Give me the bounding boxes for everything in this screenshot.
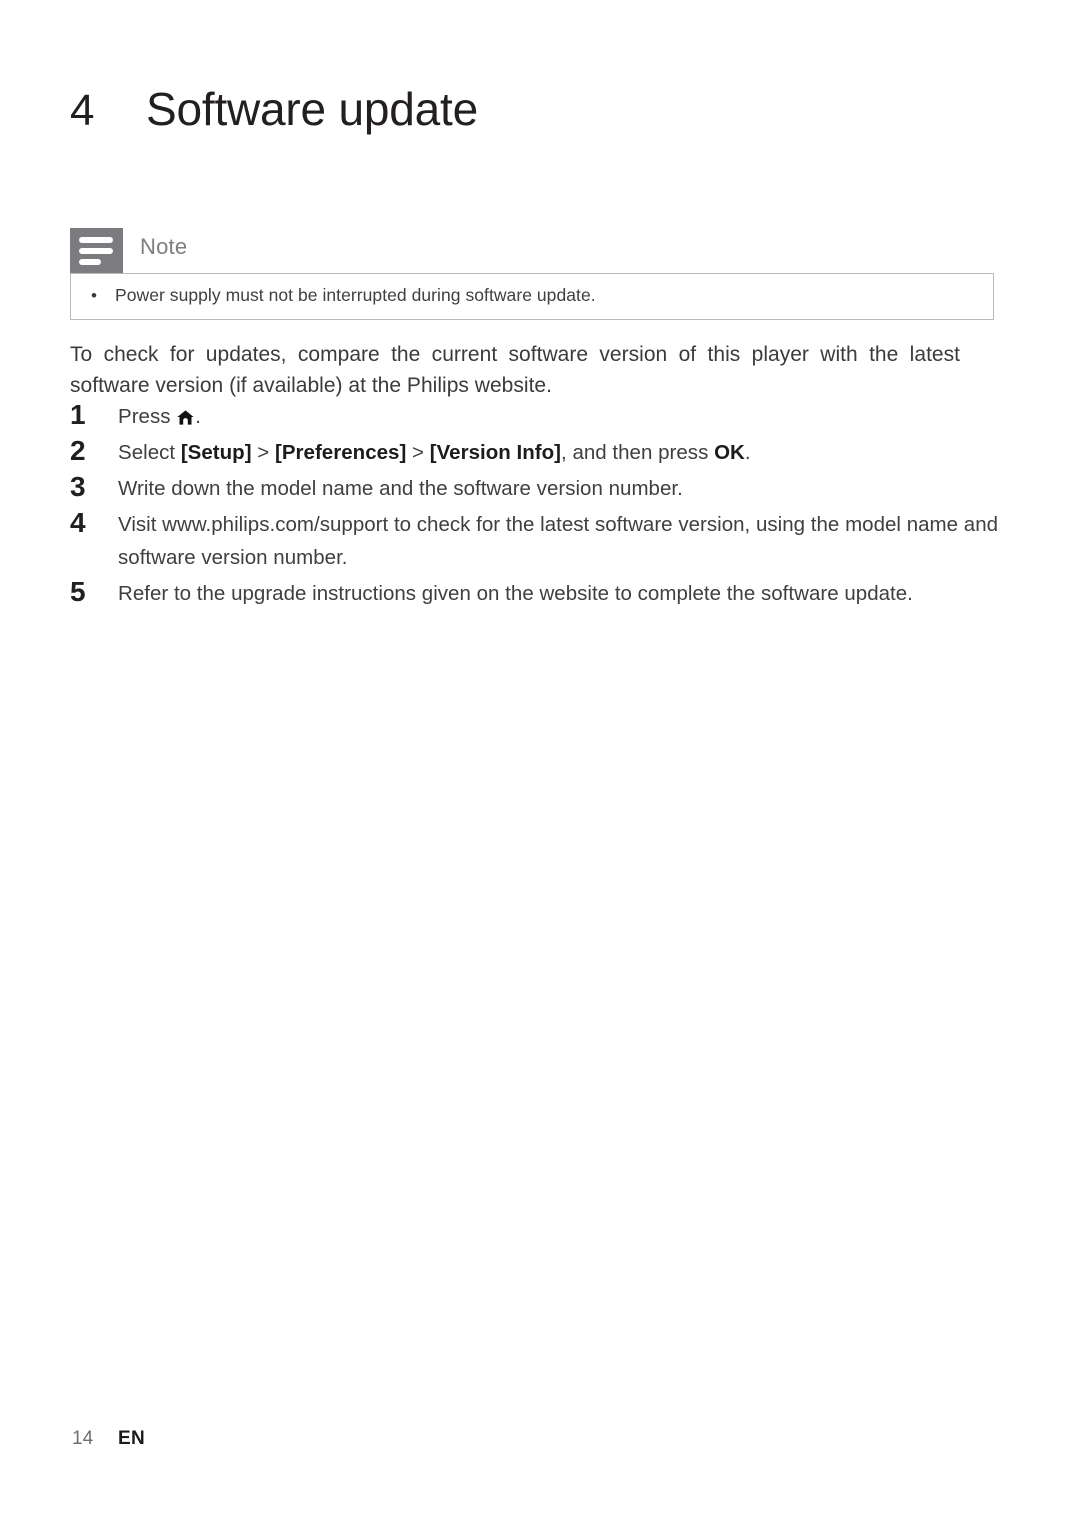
note-icon-line-3 <box>79 258 101 265</box>
steps-list: 1 Press . 2 Select [Setup] > [Preference… <box>70 398 1000 611</box>
step-number: 3 <box>70 471 86 502</box>
note-lines-icon <box>70 228 123 273</box>
note-bullet-icon: • <box>91 286 97 305</box>
note-label: Note <box>140 234 188 259</box>
step-text: Visit www.philips.com/support to check f… <box>118 513 999 569</box>
chapter-number: 4 <box>70 86 95 135</box>
note-header: Note <box>70 228 994 273</box>
list-item: 2 Select [Setup] > [Preferences] > [Vers… <box>70 434 1000 469</box>
step-text: Refer to the upgrade instructions given … <box>118 582 913 605</box>
note-body: • Power supply must not be interrupted d… <box>70 273 994 320</box>
step-text: Write down the model name and the softwa… <box>118 477 683 500</box>
list-item: 3 Write down the model name and the soft… <box>70 470 1000 505</box>
page-title: 4 Software update <box>70 82 478 136</box>
ui-term: OK <box>714 441 745 464</box>
list-item: 1 Press . <box>70 398 1000 433</box>
list-item: 5 Refer to the upgrade instructions give… <box>70 575 1000 610</box>
manual-page: 4 Software update Note • Power supply mu… <box>0 0 1080 1522</box>
ui-term: [Preferences] <box>275 441 407 464</box>
step-number: 2 <box>70 435 86 466</box>
ui-term: [Setup] <box>180 441 252 464</box>
list-item: 4 Visit www.philips.com/support to check… <box>70 506 1000 574</box>
note-icon-line-1 <box>79 236 113 243</box>
note-item-text: Power supply must not be interrupted dur… <box>115 285 596 305</box>
step-text: Select [Setup] > [Preferences] > [Versio… <box>118 441 751 464</box>
step-number: 1 <box>70 399 86 430</box>
note-callout: Note • Power supply must not be interrup… <box>70 228 994 320</box>
intro-paragraph: To check for updates, compare the curren… <box>70 343 960 397</box>
step-number: 5 <box>70 576 86 607</box>
chapter-title: Software update <box>146 83 479 135</box>
step-number: 4 <box>70 507 86 538</box>
step-text: Press . <box>118 405 201 428</box>
home-icon <box>177 410 194 425</box>
footer-language-code: EN <box>118 1428 145 1449</box>
page-footer: 14 EN <box>72 1428 145 1450</box>
note-icon-line-2 <box>79 247 113 254</box>
footer-page-number: 14 <box>72 1428 94 1449</box>
ui-term: [Version Info] <box>429 441 562 464</box>
